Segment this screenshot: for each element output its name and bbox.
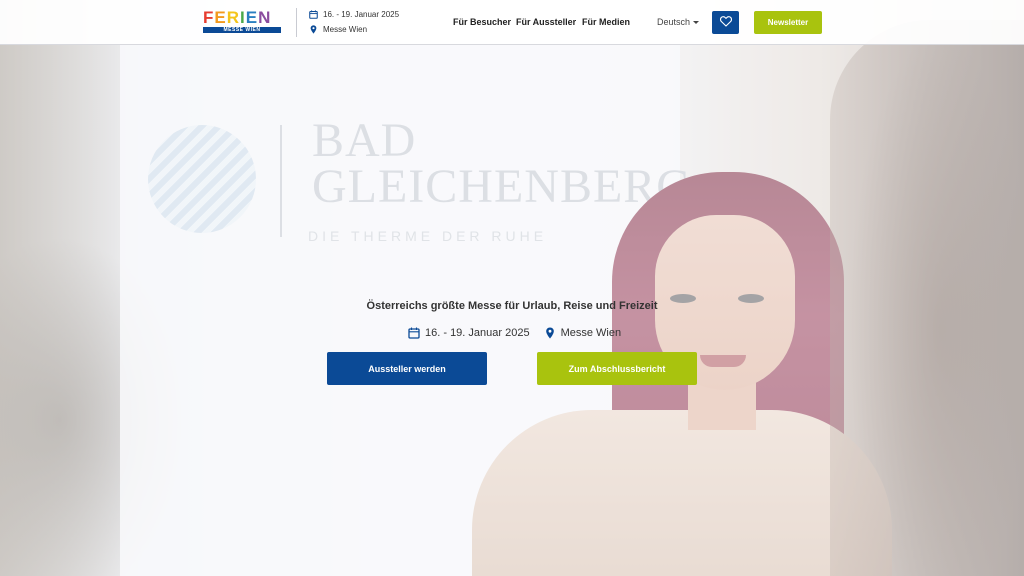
logo-letter-r: R — [226, 8, 241, 27]
favorites-button[interactable] — [712, 11, 739, 34]
logo-letter-f: F — [203, 8, 215, 27]
nav-fuer-medien[interactable]: Für Medien — [582, 17, 630, 27]
language-selector[interactable]: Deutsch — [657, 17, 700, 27]
hero-location-text: Messe Wien — [560, 327, 622, 339]
aussteller-werden-button[interactable]: Aussteller werden — [327, 352, 487, 385]
logo-subtitle: MESSE WIEN — [223, 27, 261, 33]
heart-icon — [719, 14, 732, 32]
calendar-icon — [309, 10, 318, 19]
logo-bar: MESSE WIEN — [203, 27, 281, 33]
header-event-date-text: 16. - 19. Januar 2025 — [323, 10, 400, 19]
logo-wordmark: F E R I E N — [203, 9, 281, 26]
logo-letter-e2: E — [245, 8, 259, 27]
ferien-messe-logo[interactable]: F E R I E N MESSE WIEN — [203, 9, 281, 33]
header-event-date: 16. - 19. Januar 2025 — [309, 10, 399, 19]
header-event-location-text: Messe Wien — [323, 25, 368, 34]
hero-tagline: Österreichs größte Messe für Urlaub, Rei… — [366, 300, 658, 312]
abschlussbericht-button[interactable]: Zum Abschlussbericht — [537, 352, 697, 385]
hero-date-text: 16. - 19. Januar 2025 — [425, 327, 530, 339]
newsletter-button[interactable]: Newsletter — [754, 11, 822, 34]
header-divider — [296, 8, 297, 37]
hero-date: 16. - 19. Januar 2025 — [408, 327, 530, 339]
language-label: Deutsch — [657, 17, 691, 27]
map-pin-icon — [544, 327, 556, 339]
logo-letter-n: N — [258, 8, 272, 27]
site-header: F E R I E N MESSE WIEN 16. - 19. Januar … — [0, 0, 1024, 45]
caret-down-icon — [693, 20, 700, 24]
calendar-icon — [408, 327, 420, 339]
logo-letter-e: E — [214, 8, 227, 27]
hero-background-image: BAD GLEICHENBERG DIE THERME DER RUHE — [0, 0, 1024, 576]
header-event-location: Messe Wien — [309, 25, 367, 34]
map-pin-icon — [309, 25, 318, 34]
hero-event-info: 16. - 19. Januar 2025 Messe Wien — [408, 327, 621, 339]
nav-fuer-besucher[interactable]: Für Besucher — [453, 17, 511, 27]
nav-fuer-aussteller[interactable]: Für Aussteller — [516, 17, 576, 27]
hero-overlay — [0, 0, 1024, 576]
hero-location: Messe Wien — [544, 327, 622, 339]
